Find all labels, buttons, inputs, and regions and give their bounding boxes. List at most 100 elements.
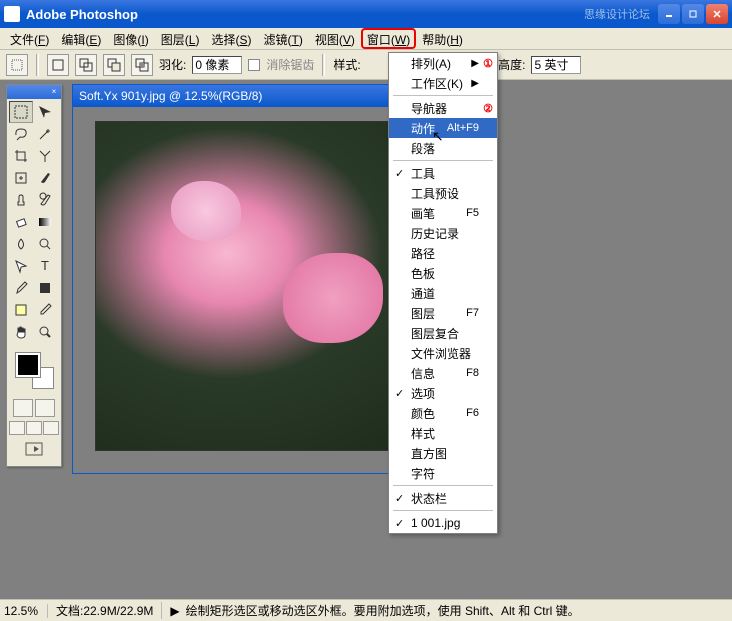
zoom-tool[interactable] — [33, 321, 57, 343]
hand-tool[interactable] — [9, 321, 33, 343]
style-label: 样式: — [333, 56, 360, 73]
submenu-arrow-icon: ▶ — [471, 58, 479, 69]
menu-image[interactable]: 图像(I) — [107, 28, 154, 49]
feather-label: 羽化: — [159, 56, 186, 73]
menu-item-选项[interactable]: ✓选项 — [389, 383, 497, 403]
wand-tool[interactable] — [33, 123, 57, 145]
screen-full-menubar-button[interactable] — [26, 421, 42, 435]
status-bar: 12.5% 文档:22.9M/22.9M ▶绘制矩形选区或移动选区外框。要用附加… — [0, 599, 732, 621]
watermark-text: 思缘设计论坛 — [584, 6, 650, 22]
menu-item-色板[interactable]: 色板 — [389, 263, 497, 283]
menu-item-状态栏[interactable]: ✓状态栏 — [389, 488, 497, 508]
eraser-tool[interactable] — [9, 211, 33, 233]
menu-item-图层复合[interactable]: 图层复合 — [389, 323, 497, 343]
brush-tool[interactable] — [33, 167, 57, 189]
toolbox-header[interactable]: × — [7, 85, 61, 99]
options-bar: 羽化: 消除锯齿 样式: 宽度: ⇄ 高度: — [0, 50, 732, 80]
check-icon: ✓ — [395, 517, 404, 530]
dodge-tool[interactable] — [33, 233, 57, 255]
window-menu-dropdown: 排列(A)▶①工作区(K)▶ 导航器②动作Alt+F9段落 ✓工具工具预设画笔F5历… — [388, 52, 498, 534]
history-brush-tool[interactable] — [33, 189, 57, 211]
menu-item-文件浏览器[interactable]: 文件浏览器 — [389, 343, 497, 363]
menu-edit[interactable]: 编辑(E) — [55, 28, 107, 49]
path-select-tool[interactable] — [9, 255, 33, 277]
tool-preset-icon[interactable] — [6, 54, 28, 76]
blur-tool[interactable] — [9, 233, 33, 255]
menu-item-1 001.jpg[interactable]: ✓1 001.jpg — [389, 513, 497, 533]
antialias-label: 消除锯齿 — [266, 56, 314, 73]
jump-to-imageready-icon[interactable] — [7, 437, 61, 466]
standard-mode-button[interactable] — [13, 399, 33, 417]
type-tool[interactable]: T — [33, 255, 57, 277]
menu-item-字符[interactable]: 字符 — [389, 463, 497, 483]
eyedropper-tool[interactable] — [33, 299, 57, 321]
menubar: 文件(F) 编辑(E) 图像(I) 图层(L) 选择(S) 滤镜(T) 视图(V… — [0, 28, 732, 50]
lasso-tool[interactable] — [9, 123, 33, 145]
shape-tool[interactable] — [33, 277, 57, 299]
height-input[interactable] — [531, 56, 581, 74]
selection-intersect-icon[interactable] — [131, 54, 153, 76]
status-tip: ▶绘制矩形选区或移动选区外框。要用附加选项，使用 Shift、Alt 和 Ctr… — [162, 602, 587, 619]
height-label: 高度: — [498, 56, 525, 73]
quickmask-mode-button[interactable] — [35, 399, 55, 417]
menu-filter[interactable]: 滤镜(T) — [257, 28, 308, 49]
menu-file[interactable]: 文件(F) — [4, 28, 55, 49]
window-buttons — [658, 4, 728, 24]
menu-help[interactable]: 帮助(H) — [416, 28, 469, 49]
selection-new-icon[interactable] — [47, 54, 69, 76]
menu-item-工具[interactable]: ✓工具 — [389, 163, 497, 183]
menu-item-路径[interactable]: 路径 — [389, 243, 497, 263]
foreground-color-swatch[interactable] — [16, 353, 40, 377]
crop-tool[interactable] — [9, 145, 33, 167]
menu-item-直方图[interactable]: 直方图 — [389, 443, 497, 463]
gradient-tool[interactable] — [33, 211, 57, 233]
menu-item-画笔[interactable]: 画笔F5 — [389, 203, 497, 223]
menu-item-排列[interactable]: 排列(A)▶① — [389, 53, 497, 73]
color-picker[interactable] — [10, 349, 58, 393]
menu-select[interactable]: 选择(S) — [205, 28, 257, 49]
close-icon[interactable]: × — [49, 87, 59, 97]
pen-tool[interactable] — [9, 277, 33, 299]
document-title: Soft.Yx 901y.jpg @ 12.5%(RGB/8) — [79, 89, 262, 103]
menu-item-导航器[interactable]: 导航器② — [389, 98, 497, 118]
workspace: × T Soft.Yx 901y.jpg @ 12.5%(RGB/8) × — [0, 80, 732, 599]
minimize-button[interactable] — [658, 4, 680, 24]
menu-item-样式[interactable]: 样式 — [389, 423, 497, 443]
toolbox: × T — [6, 84, 62, 467]
menu-item-工作区[interactable]: 工作区(K)▶ — [389, 73, 497, 93]
selection-subtract-icon[interactable] — [103, 54, 125, 76]
menu-item-段落[interactable]: 段落 — [389, 138, 497, 158]
healing-tool[interactable] — [9, 167, 33, 189]
marquee-tool[interactable] — [9, 101, 33, 123]
menu-item-图层[interactable]: 图层F7 — [389, 303, 497, 323]
antialias-checkbox[interactable] — [248, 59, 260, 71]
selection-add-icon[interactable] — [75, 54, 97, 76]
move-tool[interactable] — [33, 101, 57, 123]
triangle-icon: ▶ — [170, 604, 179, 618]
app-icon — [4, 6, 20, 22]
svg-text:T: T — [41, 258, 49, 273]
maximize-button[interactable] — [682, 4, 704, 24]
menu-view[interactable]: 视图(V) — [309, 28, 361, 49]
zoom-field[interactable]: 12.5% — [0, 604, 48, 618]
menu-layer[interactable]: 图层(L) — [155, 28, 206, 49]
menu-window[interactable]: 窗口(W) — [361, 28, 416, 49]
notes-tool[interactable] — [9, 299, 33, 321]
feather-input[interactable] — [192, 56, 242, 74]
app-title: Adobe Photoshop — [26, 7, 138, 22]
menu-item-信息[interactable]: 信息F8 — [389, 363, 497, 383]
check-icon: ✓ — [395, 387, 404, 400]
screen-standard-button[interactable] — [9, 421, 25, 435]
screen-full-button[interactable] — [43, 421, 59, 435]
doc-size-label[interactable]: 文档:22.9M/22.9M — [48, 602, 162, 619]
stamp-tool[interactable] — [9, 189, 33, 211]
slice-tool[interactable] — [33, 145, 57, 167]
menu-item-历史记录[interactable]: 历史记录 — [389, 223, 497, 243]
menu-item-颜色[interactable]: 颜色F6 — [389, 403, 497, 423]
menu-item-工具预设[interactable]: 工具预设 — [389, 183, 497, 203]
close-button[interactable] — [706, 4, 728, 24]
check-icon: ✓ — [395, 167, 404, 180]
menu-item-动作[interactable]: 动作Alt+F9 — [389, 118, 497, 138]
menu-item-通道[interactable]: 通道 — [389, 283, 497, 303]
submenu-arrow-icon: ▶ — [471, 78, 479, 89]
